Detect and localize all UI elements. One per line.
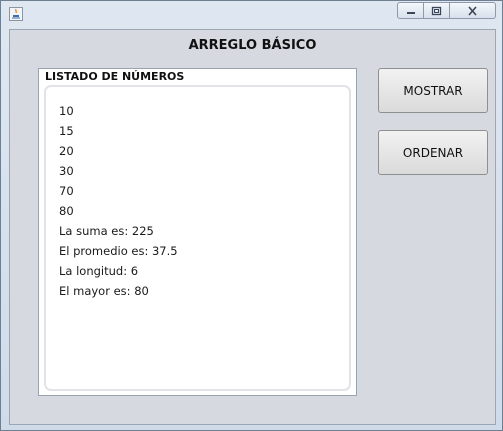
app-window: ARREGLO BÁSICO LISTADO DE NÚMEROS 10 15 …	[0, 0, 503, 431]
maximize-icon	[431, 1, 442, 20]
output-line-average: El promedio es: 37.5	[59, 244, 178, 258]
output-line: 70	[59, 184, 74, 198]
output-line: 15	[59, 124, 74, 138]
minimize-button[interactable]	[397, 2, 424, 19]
number-list-panel: LISTADO DE NÚMEROS 10 15 20 30 70 80 La …	[38, 68, 357, 396]
output-lines: 10 15 20 30 70 80 La suma es: 225 El pro…	[59, 101, 178, 301]
page-title: ARREGLO BÁSICO	[188, 38, 317, 53]
show-button[interactable]: MOSTRAR	[378, 68, 488, 113]
close-button[interactable]	[450, 2, 496, 19]
close-icon	[467, 1, 478, 20]
title-bar[interactable]	[1, 1, 502, 27]
sort-button[interactable]: ORDENAR	[378, 130, 488, 175]
output-line: 20	[59, 144, 74, 158]
window-controls	[397, 2, 496, 21]
minimize-icon	[406, 1, 416, 20]
java-app-icon[interactable]	[9, 7, 23, 21]
output-line: 80	[59, 204, 74, 218]
output-line-sum: La suma es: 225	[59, 224, 154, 238]
output-line: 30	[59, 164, 74, 178]
list-panel-title: LISTADO DE NÚMEROS	[45, 70, 185, 83]
content-frame: ARREGLO BÁSICO LISTADO DE NÚMEROS 10 15 …	[9, 29, 496, 425]
maximize-button[interactable]	[424, 2, 450, 19]
output-line-length: La longitud: 6	[59, 264, 139, 278]
output-text-area[interactable]: 10 15 20 30 70 80 La suma es: 225 El pro…	[44, 85, 351, 391]
output-line-max: El mayor es: 80	[59, 284, 149, 298]
output-line: 10	[59, 104, 74, 118]
